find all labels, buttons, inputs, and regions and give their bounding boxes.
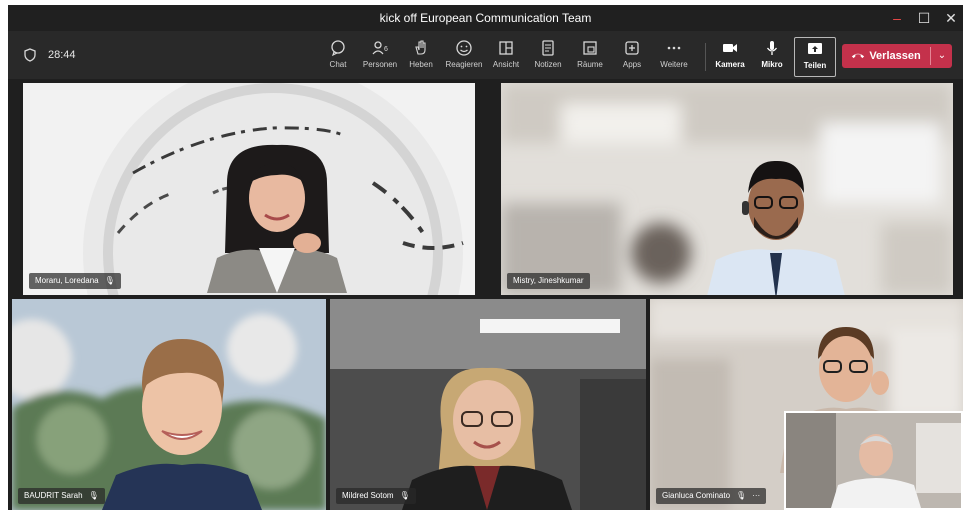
participant-5-name: Gianluca Cominato xyxy=(662,491,731,500)
mic-muted-icon: 🎙 xyxy=(736,491,747,500)
apps-label: Apps xyxy=(622,60,642,69)
leave-label: Verlassen xyxy=(869,50,921,62)
chat-icon xyxy=(331,40,345,57)
self-view-tile[interactable] xyxy=(784,411,963,510)
raise-hand-label: Heben xyxy=(409,60,433,69)
participant-4-name-tag: Mildred Sotom 🎙 xyxy=(336,488,416,504)
more-button[interactable]: Weitere xyxy=(650,39,698,77)
view-label: Ansicht xyxy=(492,60,520,69)
mic-muted-icon: 🎙 xyxy=(104,276,115,285)
share-label: Teilen xyxy=(803,61,827,70)
notes-button[interactable]: Notizen xyxy=(524,39,572,77)
participant-1-video xyxy=(207,144,347,293)
microphone-label: Mikro xyxy=(761,60,783,69)
share-icon xyxy=(808,43,822,54)
more-label: Weitere xyxy=(660,60,688,69)
camera-icon xyxy=(723,44,737,52)
mic-muted-icon: 🎙 xyxy=(399,491,410,500)
raise-hand-button[interactable]: Heben xyxy=(397,39,445,77)
rooms-label: Räume xyxy=(577,60,603,69)
view-button[interactable]: Ansicht xyxy=(482,39,530,77)
view-icon xyxy=(499,41,513,55)
apps-button[interactable]: Apps xyxy=(608,39,656,77)
camera-label: Kamera xyxy=(715,60,745,69)
camera-button[interactable]: Kamera xyxy=(706,39,754,77)
apps-icon xyxy=(625,41,639,55)
participant-more-options[interactable]: ··· xyxy=(752,491,760,500)
video-tile-participant-5[interactable]: Gianluca Cominato 🎙 ··· xyxy=(650,299,963,510)
meeting-title: kick off European Communication Team xyxy=(379,11,592,25)
video-tile-participant-3[interactable]: BAUDRIT Sarah 🎙 xyxy=(12,299,326,510)
rooms-button[interactable]: Räume xyxy=(566,39,614,77)
minimize-button[interactable]: – xyxy=(886,8,908,28)
people-icon: 6 xyxy=(372,41,388,55)
participant-2-name: Mistry, Jineshkumar xyxy=(513,276,584,285)
share-button[interactable]: Teilen xyxy=(794,37,836,77)
leave-button[interactable]: Verlassen ⌄ xyxy=(842,44,952,68)
leave-main[interactable]: Verlassen xyxy=(842,44,930,68)
leave-split-divider xyxy=(930,47,931,65)
maximize-button[interactable]: ☐ xyxy=(913,8,935,28)
react-button[interactable]: Reagieren xyxy=(440,39,488,77)
participant-3-video xyxy=(102,339,262,510)
rooms-icon xyxy=(583,41,597,55)
leave-options-chevron-icon[interactable]: ⌄ xyxy=(932,44,952,68)
participant-3-name-tag: BAUDRIT Sarah 🎙 xyxy=(18,488,105,504)
raise-hand-icon xyxy=(415,40,426,55)
teams-meeting-window: kick off European Communication Team – ☐… xyxy=(8,5,963,510)
shield-icon xyxy=(24,48,36,62)
video-tile-participant-2[interactable]: Mistry, Jineshkumar xyxy=(501,83,953,295)
participant-4-video xyxy=(402,367,572,510)
mic-muted-icon: 🎙 xyxy=(88,491,99,500)
meeting-toolbar: 28:44 Chat 6 Personen Heben Reagieren An… xyxy=(8,31,963,79)
chat-label: Chat xyxy=(329,60,347,69)
participant-1-name-tag: Moraru, Loredana 🎙 xyxy=(29,273,121,289)
participant-4-name: Mildred Sotom xyxy=(342,491,394,500)
participant-1-name: Moraru, Loredana xyxy=(35,276,99,285)
more-icon xyxy=(667,46,681,50)
participant-2-name-tag: Mistry, Jineshkumar xyxy=(507,273,590,289)
title-bar: kick off European Communication Team – ☐… xyxy=(8,5,963,31)
meeting-timer: 28:44 xyxy=(48,49,76,61)
people-count: 6 xyxy=(384,46,388,53)
phone-hangup-icon xyxy=(852,53,865,59)
chat-button[interactable]: Chat xyxy=(314,39,362,77)
self-view-video xyxy=(786,413,961,508)
video-tile-participant-4[interactable]: Mildred Sotom 🎙 xyxy=(330,299,646,510)
participant-5-name-tag: Gianluca Cominato 🎙 ··· xyxy=(656,488,767,504)
participant-3-name: BAUDRIT Sarah xyxy=(24,491,83,500)
notes-label: Notizen xyxy=(534,60,562,69)
notes-icon xyxy=(542,40,554,56)
react-icon xyxy=(456,40,472,56)
close-button[interactable]: ✕ xyxy=(940,8,962,28)
microphone-button[interactable]: Mikro xyxy=(748,39,796,77)
react-label: Reagieren xyxy=(445,60,483,69)
microphone-icon xyxy=(766,41,778,55)
participant-2-video xyxy=(707,160,845,295)
video-tile-participant-1[interactable]: Moraru, Loredana 🎙 xyxy=(23,83,475,295)
